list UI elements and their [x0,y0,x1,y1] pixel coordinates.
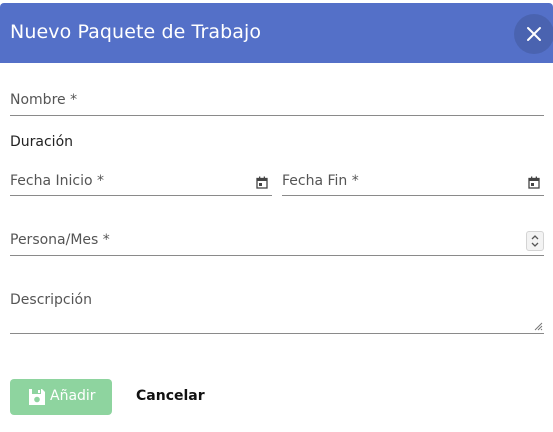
new-work-package-dialog: Nuevo Paquete de Trabajo Nombre * Duraci… [0,0,553,432]
persona-mes-field[interactable]: Persona/Mes * [10,230,544,256]
add-button[interactable]: Añadir [10,379,112,415]
spinner-icon[interactable] [526,231,544,251]
resize-handle-icon[interactable] [534,322,543,331]
cancel-button[interactable]: Cancelar [130,379,210,415]
close-icon [527,27,541,41]
descripcion-field[interactable]: Descripción [10,290,544,334]
cancel-label: Cancelar [136,388,205,404]
save-icon [29,389,45,405]
nombre-label: Nombre * [10,92,78,108]
calendar-icon[interactable] [256,176,268,189]
dialog-title: Nuevo Paquete de Trabajo [10,21,262,43]
nombre-field[interactable]: Nombre * [10,91,544,116]
fecha-inicio-field[interactable]: Fecha Inicio * [10,171,272,196]
fecha-fin-field[interactable]: Fecha Fin * [282,171,544,196]
dialog-header: Nuevo Paquete de Trabajo [0,3,553,63]
close-button[interactable] [514,14,553,54]
fecha-inicio-label: Fecha Inicio * [10,173,104,189]
fecha-fin-label: Fecha Fin * [282,173,359,189]
descripcion-label: Descripción [10,292,92,308]
add-label: Añadir [50,388,96,404]
duracion-heading: Duración [10,134,74,150]
persona-mes-label: Persona/Mes * [10,232,110,248]
calendar-icon[interactable] [528,176,540,189]
